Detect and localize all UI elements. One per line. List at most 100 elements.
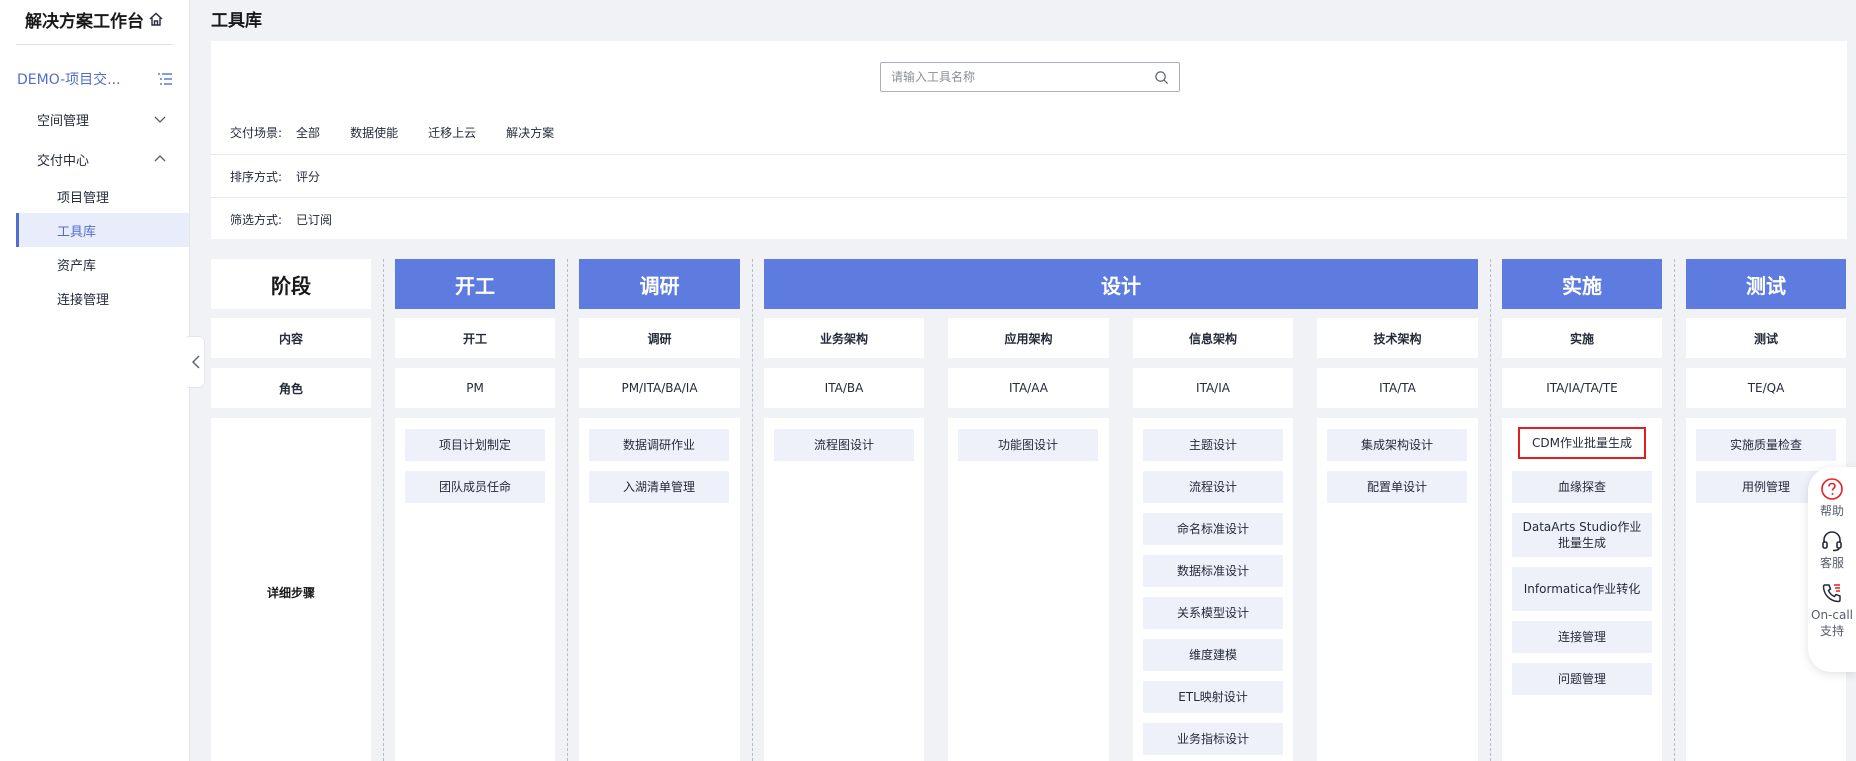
stage-label-header: 阶段	[211, 259, 371, 309]
tool-chip[interactable]: 团队成员任命	[405, 471, 545, 503]
customer-service-button[interactable]: 客服	[1820, 529, 1844, 571]
content-cell-technical-architecture: 技术架构	[1317, 318, 1478, 358]
content-cell-testing: 测试	[1686, 318, 1846, 358]
content-row-label: 内容	[211, 318, 371, 358]
tool-chip[interactable]: 命名标准设计	[1143, 513, 1283, 545]
filter-option-subscribed[interactable]: 已订阅	[296, 211, 332, 228]
chevron-left-icon	[191, 355, 199, 369]
tool-chip[interactable]: 入湖清单管理	[589, 471, 729, 503]
tool-chip-highlighted[interactable]: CDM作业批量生成	[1518, 427, 1646, 459]
sidebar-item-connection-management[interactable]: 连接管理	[16, 281, 189, 315]
role-cell-implementation: ITA/IA/TA/TE	[1502, 368, 1662, 408]
tools-column-implementation: CDM作业批量生成 血缘探查 DataArts Studio作业批量生成 Inf…	[1502, 418, 1662, 761]
role-cell-testing: TE/QA	[1686, 368, 1846, 408]
tools-column-technical-architecture: 集成架构设计 配置单设计	[1317, 418, 1478, 761]
sidebar-item-project-management[interactable]: 项目管理	[16, 179, 189, 213]
role-cell-technical-architecture: ITA/TA	[1317, 368, 1478, 408]
steps-label-cell: 详细步骤	[211, 418, 371, 761]
tool-chip[interactable]: 主题设计	[1143, 429, 1283, 461]
tools-column-research: 数据调研作业 入湖清单管理	[579, 418, 740, 761]
sidebar-item-asset-library[interactable]: 资产库	[16, 247, 189, 281]
menu-space-management[interactable]: 空间管理	[0, 99, 189, 139]
question-icon	[1821, 478, 1843, 500]
phone-icon	[1822, 584, 1841, 603]
tool-chip[interactable]: 集成架构设计	[1327, 429, 1467, 461]
sidebar-collapse-toggle[interactable]	[187, 336, 205, 388]
tool-chip[interactable]: 实施质量检查	[1696, 429, 1836, 461]
stage-header-implementation: 实施	[1502, 259, 1662, 309]
tool-chip[interactable]: 问题管理	[1512, 663, 1652, 695]
sort-option-rating[interactable]: 评分	[296, 168, 320, 185]
stage-divider	[567, 259, 568, 761]
tool-chip[interactable]: 流程图设计	[774, 429, 914, 461]
chevron-down-icon	[154, 116, 166, 123]
stage-divider	[383, 259, 384, 761]
oncall-support-button[interactable]: On-call 支持	[1811, 581, 1853, 639]
role-cell-business-architecture: ITA/BA	[764, 368, 924, 408]
content-cell-information-architecture: 信息架构	[1133, 318, 1293, 358]
role-cell-research: PM/ITA/BA/IA	[579, 368, 740, 408]
scene-option-cloud-migration[interactable]: 迁移上云	[428, 124, 476, 141]
content-cell-business-architecture: 业务架构	[764, 318, 924, 358]
workbench-title[interactable]: 解决方案工作台	[0, 0, 189, 38]
role-row-label: 角色	[211, 368, 371, 408]
list-icon[interactable]	[157, 71, 173, 87]
filter-mode-label: 筛选方式:	[230, 212, 283, 227]
tool-chip[interactable]: 连接管理	[1512, 621, 1652, 653]
content-cell-kickoff: 开工	[395, 318, 555, 358]
scene-option-all[interactable]: 全部	[296, 124, 320, 141]
tool-chip[interactable]: 数据标准设计	[1143, 555, 1283, 587]
home-icon	[149, 12, 163, 26]
tool-chip[interactable]: 业务指标设计	[1143, 723, 1283, 755]
content-cell-application-architecture: 应用架构	[948, 318, 1109, 358]
stage-divider	[752, 259, 753, 761]
stage-header-design: 设计	[764, 259, 1478, 309]
search-icon[interactable]	[1154, 70, 1169, 85]
steps-row-label: 详细步骤	[266, 586, 315, 600]
sort-label: 排序方式:	[230, 169, 283, 184]
tool-chip[interactable]: 数据调研作业	[589, 429, 729, 461]
tools-column-application-architecture: 功能图设计	[948, 418, 1109, 761]
headset-icon	[1822, 531, 1842, 552]
tool-chip[interactable]: 项目计划制定	[405, 429, 545, 461]
scene-filter-label: 交付场景:	[230, 126, 283, 140]
stage-divider	[1490, 259, 1491, 761]
role-cell-application-architecture: ITA/AA	[948, 368, 1109, 408]
tool-chip[interactable]: 关系模型设计	[1143, 597, 1283, 629]
chevron-up-icon	[154, 155, 166, 162]
tool-chip[interactable]: 配置单设计	[1327, 471, 1467, 503]
scene-option-solution[interactable]: 解决方案	[506, 124, 554, 141]
tool-chip[interactable]: 流程设计	[1143, 471, 1283, 503]
tool-chip[interactable]: DataArts Studio作业批量生成	[1512, 513, 1652, 557]
sidebar-divider	[16, 44, 173, 45]
tools-column-kickoff: 项目计划制定 团队成员任命	[395, 418, 555, 761]
filter-panel: 交付场景: 全部 数据使能 迁移上云 解决方案 排序方式: 评分 筛选方式: 已…	[211, 41, 1847, 239]
sidebar: 解决方案工作台 DEMO-项目交... 空间管理 交付中心 项目管理 工具库 资…	[0, 0, 190, 761]
sort-row: 排序方式: 评分	[211, 154, 1847, 197]
tool-chip[interactable]: Informatica作业转化	[1512, 567, 1652, 611]
stage-divider	[1674, 259, 1675, 761]
scene-option-data-enablement[interactable]: 数据使能	[350, 124, 398, 141]
role-cell-information-architecture: ITA/IA	[1133, 368, 1293, 408]
scene-filter-row: 交付场景: 全部 数据使能 迁移上云 解决方案	[211, 111, 1847, 154]
tool-chip[interactable]: 功能图设计	[958, 429, 1098, 461]
content-cell-implementation: 实施	[1502, 318, 1662, 358]
page-title: 工具库	[211, 11, 262, 31]
stage-header-kickoff: 开工	[395, 259, 555, 309]
tools-column-business-architecture: 流程图设计	[764, 418, 924, 761]
tool-chip[interactable]: ETL映射设计	[1143, 681, 1283, 713]
tools-column-information-architecture: 主题设计 流程设计 命名标准设计 数据标准设计 关系模型设计 维度建模 ETL映…	[1133, 418, 1293, 761]
project-selector[interactable]: DEMO-项目交...	[0, 59, 189, 99]
stage-header-research: 调研	[579, 259, 740, 309]
help-button[interactable]: 帮助	[1820, 477, 1844, 519]
search-box	[880, 62, 1180, 92]
filter-mode-row: 筛选方式: 已订阅	[211, 197, 1847, 240]
menu-delivery-center[interactable]: 交付中心	[0, 139, 189, 179]
sidebar-item-tool-library[interactable]: 工具库	[16, 213, 189, 247]
floating-help-panel: 帮助 客服 On-call 支持	[1808, 467, 1856, 672]
tool-chip[interactable]: 血缘探查	[1512, 471, 1652, 503]
tool-chip[interactable]: 维度建模	[1143, 639, 1283, 671]
stage-header-testing: 测试	[1686, 259, 1846, 309]
search-input[interactable]	[891, 70, 1154, 84]
content-cell-research: 调研	[579, 318, 740, 358]
